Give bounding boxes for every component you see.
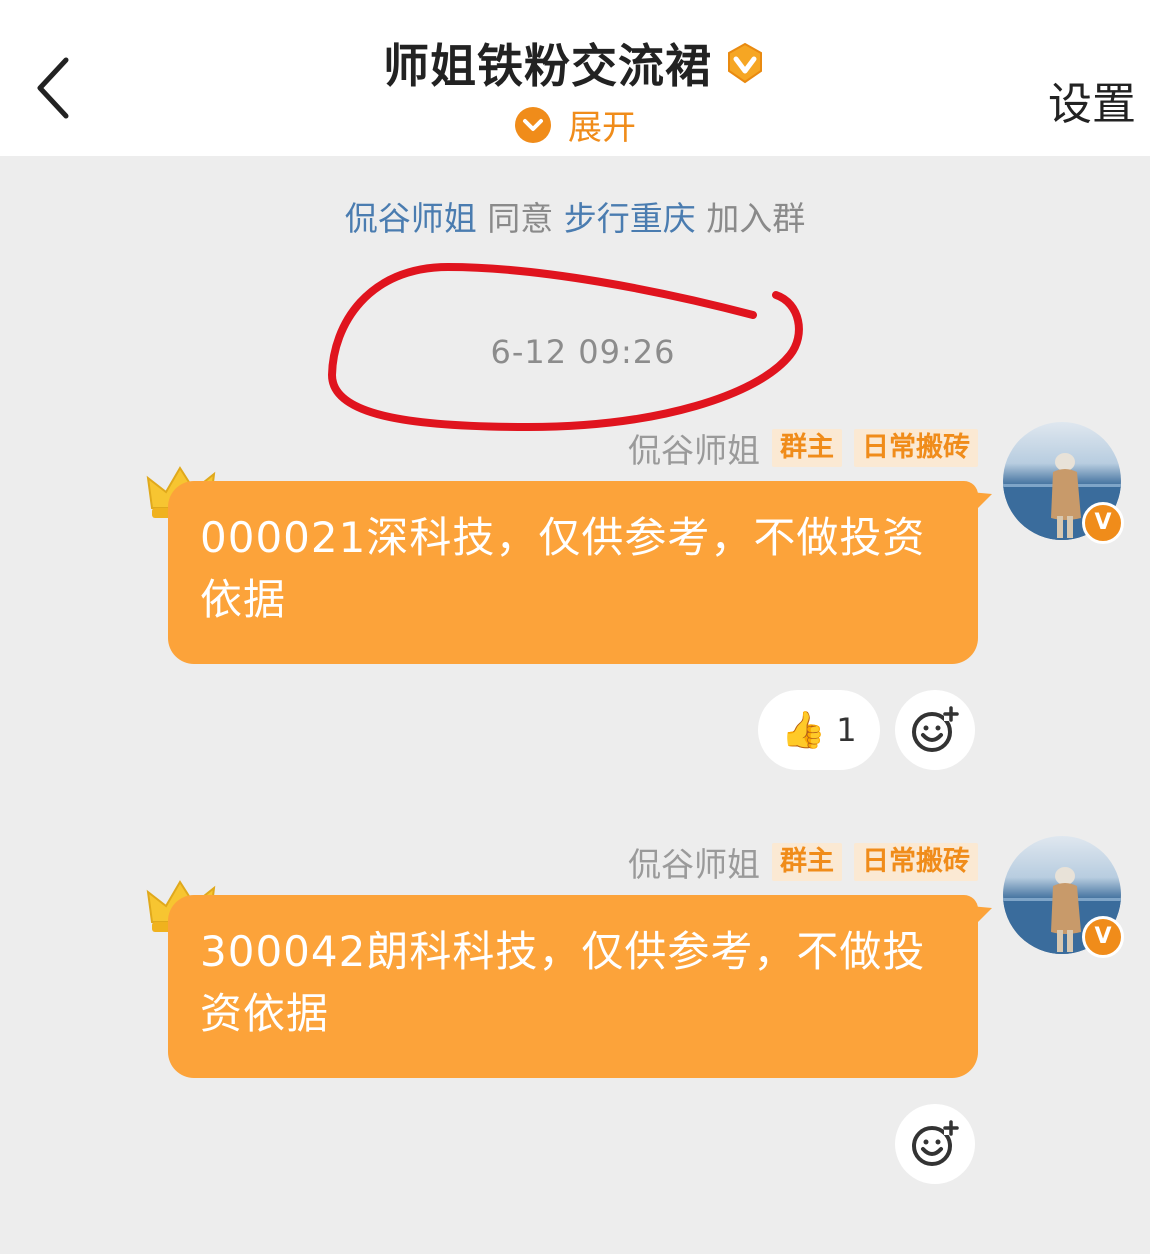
message-header: 侃谷师姐 群主 日常搬砖 <box>628 842 978 884</box>
message-bubble[interactable]: 000021深科技，仅供参考，不做投资依据 <box>168 481 978 664</box>
role-tag-custom: 日常搬砖 <box>854 843 978 881</box>
verified-badge-icon <box>728 42 763 84</box>
timestamp-annotation: 6-12 09:26 <box>328 255 808 435</box>
expand-label: 展开 <box>568 108 636 148</box>
system-message: 侃谷师姐 同意 步行重庆 加入群 <box>0 192 1150 240</box>
system-verb: 同意 <box>487 199 554 238</box>
message-timestamp: 6-12 09:26 <box>490 333 676 371</box>
bubble-tail <box>970 492 992 512</box>
add-emoji-icon <box>912 1120 959 1166</box>
group-title: 师姐铁粉交流裙 <box>382 39 712 93</box>
system-target-link[interactable]: 步行重庆 <box>564 199 696 238</box>
settings-button[interactable]: 设置 <box>1048 68 1136 132</box>
role-tag-owner: 群主 <box>772 843 842 881</box>
bubble-tail <box>970 906 992 926</box>
thumbs-up-icon: 👍 <box>781 710 827 751</box>
chat-header: 师姐铁粉交流裙 展开 设置 <box>0 0 1150 156</box>
reaction-thumbs-up[interactable]: 👍 1 <box>758 690 880 770</box>
sender-name[interactable]: 侃谷师姐 <box>628 838 760 886</box>
system-action: 加入群 <box>706 199 806 238</box>
system-actor-link[interactable]: 侃谷师姐 <box>345 199 477 238</box>
verified-v-icon: V <box>1082 502 1124 544</box>
role-tag-custom: 日常搬砖 <box>854 429 978 467</box>
chevron-down-icon <box>515 106 551 143</box>
sender-name[interactable]: 侃谷师姐 <box>628 424 760 472</box>
message-header: 侃谷师姐 群主 日常搬砖 <box>628 428 978 470</box>
title-row: 师姐铁粉交流裙 <box>0 30 1150 96</box>
role-tag-owner: 群主 <box>772 429 842 467</box>
add-reaction-button[interactable] <box>895 690 975 770</box>
add-reaction-button[interactable] <box>895 1104 975 1184</box>
verified-v-icon: V <box>1082 916 1124 958</box>
add-emoji-icon <box>912 706 959 752</box>
reaction-count: 1 <box>836 711 857 749</box>
expand-button[interactable]: 展开 <box>0 100 1150 149</box>
message-bubble[interactable]: 300042朗科科技，仅供参考，不做投资依据 <box>168 895 978 1078</box>
